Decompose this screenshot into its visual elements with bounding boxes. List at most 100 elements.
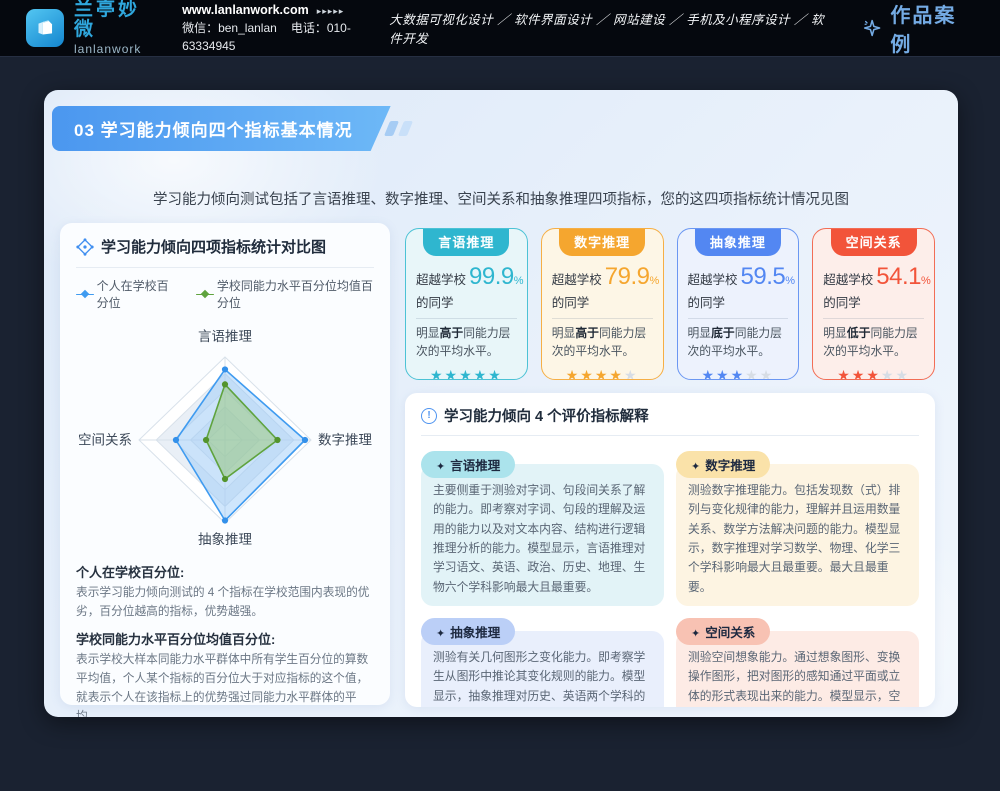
legend-label: 学校同能力水平百分位均值百分位 xyxy=(217,277,374,311)
star-icon: ★ xyxy=(566,367,581,380)
stat-value: 79.9 xyxy=(605,263,650,290)
legend-item-personal[interactable]: 个人在学校百分位 xyxy=(76,277,180,311)
stat-percent-sign: % xyxy=(649,275,659,287)
brand-logo[interactable] xyxy=(26,9,64,47)
stat-prefix: 超越学校 xyxy=(823,273,873,287)
stat-prefix: 超越学校 xyxy=(416,273,466,287)
star-icon: ★ xyxy=(760,367,775,380)
star-icon: ★ xyxy=(852,367,867,380)
arrows-icon: ▸▸▸▸▸ xyxy=(317,6,345,16)
banner-slash-icon xyxy=(398,121,413,136)
star-icon: ★ xyxy=(866,367,881,380)
legend-item-school-average[interactable]: 学校同能力水平百分位均值百分位 xyxy=(196,277,374,311)
star-icon: ★ xyxy=(430,367,445,380)
star-icon: ★ xyxy=(624,367,639,380)
note-body: 表示学校大样本同能力水平群体中所有学生百分位的算数平均值，个人某个指标的百分位大… xyxy=(76,651,374,717)
explain-pill: ✦抽象推理 xyxy=(421,618,515,645)
star-icon: ★ xyxy=(881,367,896,380)
four-point-star-icon: ✦ xyxy=(436,628,445,640)
radar-panel-title-text: 学习能力倾向四项指标统计对比图 xyxy=(101,236,326,257)
explain-panel-title: ! 学习能力倾向 4 个评价指标解释 xyxy=(421,405,919,426)
explain-body: 主要侧重于测验对字词、句段间关系了解的能力。即考察对字词、句段的理解及运用的能力… xyxy=(421,464,664,606)
divider xyxy=(416,318,517,319)
intro-text: 学习能力倾向测试包括了言语推理、数字推理、空间关系和抽象推理四项指标，您的这四项… xyxy=(44,188,958,209)
stat-value: 59.5 xyxy=(741,263,786,290)
stat-percent-sign: % xyxy=(785,275,795,287)
stat-keyword: 高于 xyxy=(440,326,464,340)
stat-suffix: 的同学 xyxy=(552,292,653,311)
divider xyxy=(421,435,919,436)
brand-name-cn: 兰亭妙微 xyxy=(74,0,156,41)
portfolio-link[interactable]: 作品案例 xyxy=(861,0,972,57)
star-rating: ★★★★★ xyxy=(416,367,517,380)
explain-panel: ! 学习能力倾向 4 个评价指标解释 ✦言语推理 主要侧重于测验对字词、句段间关… xyxy=(405,393,935,707)
stat-prefix: 超越学校 xyxy=(552,273,602,287)
divider xyxy=(688,318,789,319)
stat-prefix: 超越学校 xyxy=(688,273,738,287)
star-icon: ★ xyxy=(445,367,460,380)
stat-suffix: 的同学 xyxy=(416,292,517,311)
radar-axis-label: 言语推理 xyxy=(198,329,252,344)
explain-body: 测验数字推理能力。包括发现数（式）排列与变化规律的能力，理解并且运用数量关系、数… xyxy=(676,464,919,606)
star-icon: ★ xyxy=(731,367,746,380)
star-icon: ★ xyxy=(595,367,610,380)
radar-axis-label: 抽象推理 xyxy=(198,532,252,547)
divider xyxy=(552,318,653,319)
radar-axis-label: 数字推理 xyxy=(318,433,372,448)
stat-card-abstract: 抽象推理 超越学校59.5% 的同学 明显底于同能力层次的平均水平。 ★★★★★ xyxy=(677,228,800,380)
legend-marker-icon xyxy=(76,290,92,299)
sparkle-icon xyxy=(861,16,883,40)
radar-panel: 学习能力倾向四项指标统计对比图 个人在学校百分位 学校同能力水平百分位均值百分位… xyxy=(60,223,390,705)
star-icon: ★ xyxy=(895,367,910,380)
legend-marker-icon xyxy=(196,290,212,299)
stat-card-tab: 数字推理 xyxy=(559,228,645,256)
brand-name: 兰亭妙微 lanlanwork xyxy=(74,0,156,56)
star-icon: ★ xyxy=(459,367,474,380)
contact-block: www.lanlanwork.com▸▸▸▸▸ 微信：ben_lanlan电话：… xyxy=(182,1,389,56)
stat-card-row: 言语推理 超越学校99.9% 的同学 明显高于同能力层次的平均水平。 ★★★★★… xyxy=(405,228,935,380)
stat-suffix: 的同学 xyxy=(823,292,924,311)
info-icon: ! xyxy=(421,408,437,424)
explain-pill: ✦言语推理 xyxy=(421,451,515,478)
website-link[interactable]: www.lanlanwork.com xyxy=(182,3,309,17)
star-icon: ★ xyxy=(609,367,624,380)
banner-slash-icon xyxy=(384,121,399,136)
radar-icon xyxy=(76,238,94,256)
wechat-label: 微信：ben_lanlan xyxy=(182,21,277,35)
legend-label: 个人在学校百分位 xyxy=(97,277,181,311)
star-icon: ★ xyxy=(474,367,489,380)
four-point-star-icon: ✦ xyxy=(691,628,700,640)
note-heading: 学校同能力水平百分位均值百分位: xyxy=(76,629,374,648)
star-icon: ★ xyxy=(488,367,503,380)
star-icon: ★ xyxy=(580,367,595,380)
stat-keyword: 高于 xyxy=(575,326,599,340)
stat-percent-sign: % xyxy=(514,275,524,287)
brand-name-en: lanlanwork xyxy=(74,43,156,56)
star-rating: ★★★★★ xyxy=(552,367,653,380)
stat-keyword: 底于 xyxy=(711,326,735,340)
note-body: 表示学习能力倾向测试的 4 个指标在学校范围内表现的优劣，百分位越高的指标，优势… xyxy=(76,584,374,622)
stat-desc: 明显高于同能力层次的平均水平。 xyxy=(552,325,653,360)
explain-grid: ✦言语推理 主要侧重于测验对字词、句段间关系了解的能力。即考察对字词、句段的理解… xyxy=(421,451,919,707)
legend: 个人在学校百分位 学校同能力水平百分位均值百分位 xyxy=(76,277,374,311)
stat-value: 99.9 xyxy=(469,263,514,290)
book-icon xyxy=(32,15,58,41)
explain-pill: ✦空间关系 xyxy=(676,618,770,645)
portfolio-label: 作品案例 xyxy=(890,0,972,57)
page: 兰亭妙微 lanlanwork www.lanlanwork.com▸▸▸▸▸ … xyxy=(0,0,1000,791)
main-card: 03 学习能力倾向四个指标基本情况 学习能力倾向测试包括了言语推理、数字推理、空… xyxy=(44,90,958,717)
star-icon: ★ xyxy=(745,367,760,380)
explain-item-spatial: ✦空间关系 测验空间想象能力。通过想象图形、变换操作图形，把对图形的感知通过平面… xyxy=(676,618,919,707)
explain-panel-title-text: 学习能力倾向 4 个评价指标解释 xyxy=(444,405,649,426)
stat-suffix: 的同学 xyxy=(688,292,789,311)
radar-axis-label: 空间关系 xyxy=(78,433,132,448)
four-point-star-icon: ✦ xyxy=(436,461,445,473)
section-banner: 03 学习能力倾向四个指标基本情况 xyxy=(52,106,410,151)
stat-card-tab: 言语推理 xyxy=(423,228,509,256)
stat-desc: 明显高于同能力层次的平均水平。 xyxy=(416,325,517,360)
stat-card-numeric: 数字推理 超越学校79.9% 的同学 明显高于同能力层次的平均水平。 ★★★★★ xyxy=(541,228,664,380)
star-icon: ★ xyxy=(716,367,731,380)
stat-desc: 明显低于同能力层次的平均水平。 xyxy=(823,325,924,360)
star-rating: ★★★★★ xyxy=(688,367,789,380)
stat-percent-sign: % xyxy=(921,275,931,287)
